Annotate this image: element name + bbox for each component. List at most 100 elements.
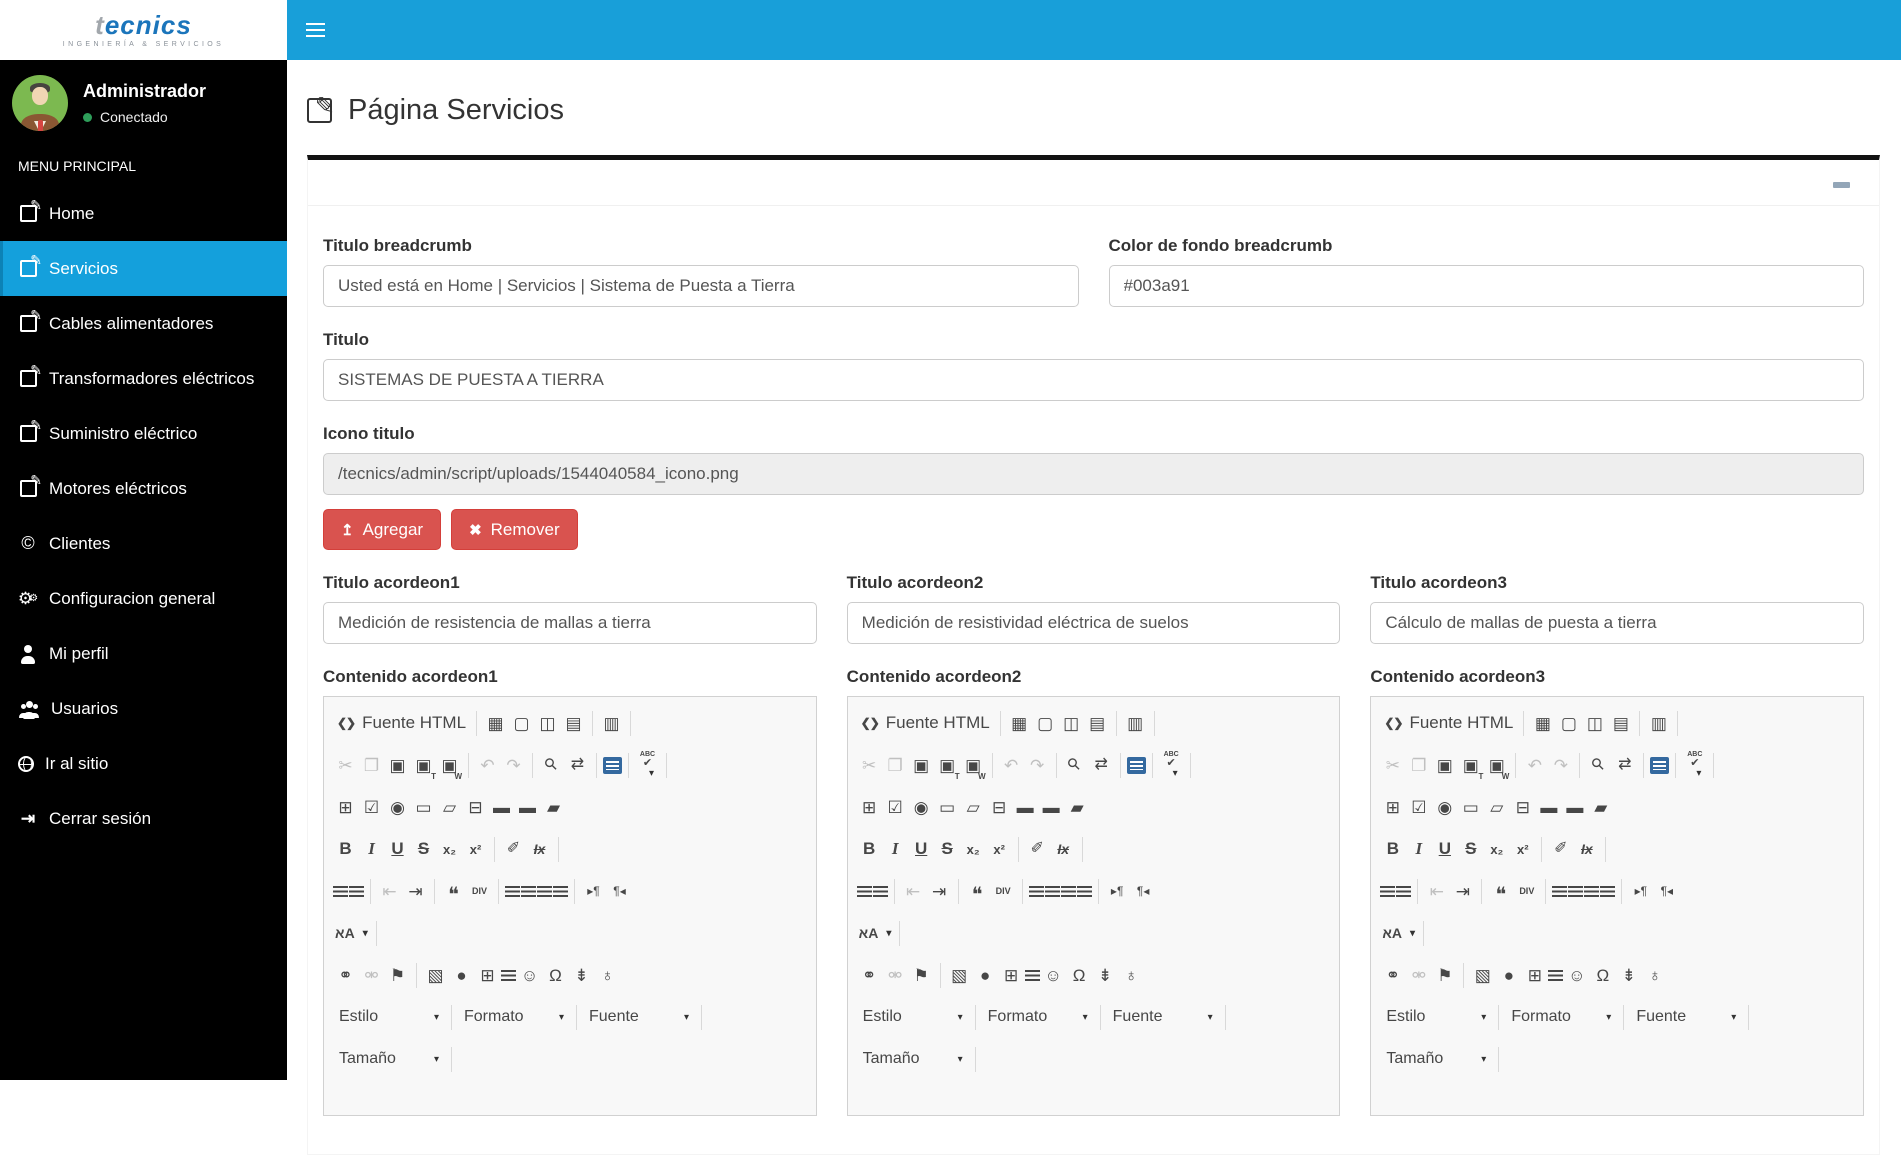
superscript-icon[interactable]: x² — [1510, 836, 1535, 863]
align-left-icon[interactable] — [1552, 885, 1568, 897]
italic-icon[interactable]: I — [1406, 836, 1431, 863]
sidebar-item-mi-perfil[interactable]: Mi perfil — [0, 626, 287, 681]
textarea-icon[interactable]: ▱ — [961, 794, 986, 821]
sidebar-item-cables-alimentadores[interactable]: Cables alimentadores — [0, 296, 287, 351]
find-icon[interactable]: ⚲ — [539, 752, 564, 779]
source-button[interactable]: ❮❯ Fuente HTML — [857, 710, 994, 737]
flash-icon[interactable]: ● — [1496, 962, 1521, 989]
sidebar-item-servicios[interactable]: Servicios — [0, 241, 287, 296]
size-combo[interactable]: Tamaño ▾ — [1380, 1046, 1492, 1073]
image-button-icon[interactable]: ▬ — [1039, 794, 1064, 821]
paste-icon[interactable]: ▣ — [909, 752, 934, 779]
special-char-icon[interactable]: Ω — [543, 962, 568, 989]
save-icon[interactable]: ▦ — [1530, 710, 1555, 737]
save-icon[interactable]: ▦ — [483, 710, 508, 737]
remover-button[interactable]: ✖ Remover — [451, 509, 578, 550]
print-icon[interactable]: ▤ — [1608, 710, 1633, 737]
styles-combo[interactable]: Estilo ▾ — [857, 1004, 969, 1031]
copy-format-icon[interactable]: ✐ — [1025, 836, 1050, 863]
bullet-list-icon[interactable] — [1396, 885, 1412, 897]
page-break-icon[interactable]: ⇟ — [1616, 962, 1641, 989]
smiley-icon[interactable]: ☺ — [1041, 962, 1066, 989]
justify-icon[interactable] — [1076, 885, 1092, 897]
form-icon[interactable]: ⊞ — [333, 794, 358, 821]
hidden-field-icon[interactable]: ▰ — [1588, 794, 1613, 821]
indent-icon[interactable]: ⇥ — [1450, 878, 1475, 905]
subscript-icon[interactable]: x₂ — [961, 836, 986, 863]
spellcheck-icon[interactable]: ✔▾ — [635, 752, 660, 779]
outdent-icon[interactable]: ⇤ — [901, 878, 926, 905]
ordered-list-icon[interactable] — [333, 885, 348, 897]
replace-icon[interactable]: ⇄ — [1089, 752, 1114, 779]
font-combo[interactable]: Fuente ▾ — [1630, 1004, 1742, 1031]
cut-icon[interactable]: ✂ — [1380, 752, 1405, 779]
copy-icon[interactable]: ❐ — [883, 752, 908, 779]
preview-icon[interactable]: ◫ — [535, 710, 560, 737]
save-icon[interactable]: ▦ — [1007, 710, 1032, 737]
spellcheck-icon[interactable]: ✔▾ — [1159, 752, 1184, 779]
preview-icon[interactable]: ◫ — [1059, 710, 1084, 737]
new-page-icon[interactable]: ▢ — [1033, 710, 1058, 737]
select-all-icon[interactable] — [1650, 756, 1670, 774]
superscript-icon[interactable]: x² — [987, 836, 1012, 863]
acordeon-titulo-input-2[interactable] — [846, 602, 1341, 644]
smiley-icon[interactable]: ☺ — [1564, 962, 1589, 989]
sidebar-item-usuarios[interactable]: Usuarios — [0, 681, 287, 736]
bullet-list-icon[interactable] — [349, 885, 364, 897]
bullet-list-icon[interactable] — [872, 885, 888, 897]
print-icon[interactable]: ▤ — [561, 710, 586, 737]
image-icon[interactable]: ▧ — [1470, 962, 1495, 989]
iframe-icon[interactable]: ♁ — [595, 962, 620, 989]
align-center-icon[interactable] — [521, 885, 536, 897]
copy-format-icon[interactable]: ✐ — [501, 836, 526, 863]
anchor-icon[interactable]: ⚑ — [909, 962, 934, 989]
checkbox-icon[interactable]: ☑ — [1406, 794, 1431, 821]
language-icon[interactable]: אA ▾ — [857, 920, 894, 947]
new-page-icon[interactable]: ▢ — [1556, 710, 1581, 737]
page-break-icon[interactable]: ⇟ — [1093, 962, 1118, 989]
ordered-list-icon[interactable] — [856, 885, 872, 897]
paste-word-icon[interactable]: ▣ W — [1484, 752, 1510, 781]
select-all-icon[interactable] — [1126, 756, 1146, 774]
format-combo[interactable]: Formato ▾ — [1505, 1004, 1617, 1031]
paste-word-icon[interactable]: ▣ W — [437, 752, 462, 781]
agregar-button[interactable]: ↥ Agregar — [323, 509, 442, 550]
sidebar-item-transformadores-electricos[interactable]: Transformadores eléctricos — [0, 351, 287, 406]
replace-icon[interactable]: ⇄ — [1612, 752, 1637, 779]
redo-icon[interactable]: ↷ — [501, 752, 526, 779]
hidden-field-icon[interactable]: ▰ — [1065, 794, 1090, 821]
iframe-icon[interactable]: ♁ — [1119, 962, 1144, 989]
blockquote-icon[interactable]: ❝ — [965, 878, 990, 905]
icono-titulo-input[interactable] — [323, 453, 1864, 495]
checkbox-icon[interactable]: ☑ — [359, 794, 384, 821]
special-char-icon[interactable]: Ω — [1590, 962, 1615, 989]
form-icon[interactable]: ⊞ — [857, 794, 882, 821]
spellcheck-icon[interactable]: ✔▾ — [1682, 752, 1707, 779]
hidden-field-icon[interactable]: ▰ — [541, 794, 566, 821]
sidebar-item-ir-al-sitio[interactable]: Ir al sitio — [0, 736, 287, 791]
rtl-icon[interactable]: ¶◂ — [607, 878, 632, 905]
hr-icon[interactable] — [501, 969, 516, 981]
div-icon[interactable]: DIV — [991, 878, 1016, 905]
unlink-icon[interactable]: ⚮ — [883, 962, 908, 989]
indent-icon[interactable]: ⇥ — [403, 878, 428, 905]
button-icon[interactable]: ▬ — [1536, 794, 1561, 821]
blockquote-icon[interactable]: ❝ — [1488, 878, 1513, 905]
undo-icon[interactable]: ↶ — [999, 752, 1024, 779]
subscript-icon[interactable]: x₂ — [1484, 836, 1509, 863]
templates-icon[interactable]: ▥ — [599, 710, 624, 737]
font-combo[interactable]: Fuente ▾ — [583, 1004, 695, 1031]
format-combo[interactable]: Formato ▾ — [982, 1004, 1094, 1031]
sidebar-item-cerrar-sesion[interactable]: Cerrar sesión — [0, 791, 287, 846]
paste-word-icon[interactable]: ▣ W — [961, 752, 986, 781]
align-left-icon[interactable] — [505, 885, 520, 897]
paste-text-icon[interactable]: ▣ T — [411, 752, 436, 781]
textarea-icon[interactable]: ▱ — [1484, 794, 1509, 821]
blockquote-icon[interactable]: ❝ — [441, 878, 466, 905]
sidebar-item-configuracion-general[interactable]: Configuracion general — [0, 571, 287, 626]
cut-icon[interactable]: ✂ — [857, 752, 882, 779]
link-icon[interactable]: ⚭ — [1380, 962, 1405, 989]
ltr-icon[interactable]: ▸¶ — [581, 878, 606, 905]
titulo-input[interactable] — [323, 359, 1864, 401]
copy-icon[interactable]: ❐ — [359, 752, 384, 779]
